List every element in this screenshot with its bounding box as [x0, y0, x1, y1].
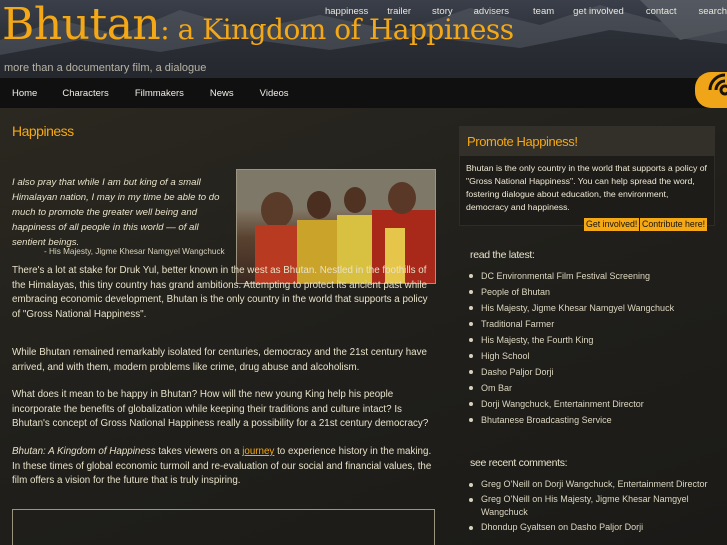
quote-attribution: - His Majesty, Jigme Khesar Namgyel Wang…: [44, 247, 225, 256]
comment-author: Greg O'Neill: [481, 479, 530, 489]
page-title: Happiness: [12, 123, 74, 139]
top-nav-team[interactable]: team: [521, 6, 565, 17]
comment-on: on: [529, 479, 545, 489]
list-item[interactable]: Dorji Wangchuck, Entertainment Director: [468, 396, 674, 412]
rss-feed-icon[interactable]: [695, 72, 727, 108]
article-paragraph-2: While Bhutan remained remarkably isolate…: [12, 347, 427, 373]
comments-list: Greg O'Neill on Dorji Wangchuck, Enterta…: [468, 478, 718, 536]
nav-characters[interactable]: Characters: [62, 88, 108, 99]
comment-author: Dhondup Gyaltsen: [481, 522, 556, 532]
comment-item[interactable]: Dhondup Gyaltsen on Dasho Paljor Dorji: [468, 521, 718, 534]
site-title-main: Bhutan: [2, 0, 161, 50]
nav-news[interactable]: News: [210, 88, 234, 99]
journey-link[interactable]: journey: [242, 446, 274, 457]
latest-list: DC Environmental Film Festival Screening…: [468, 268, 674, 428]
comments-heading: see recent comments:: [470, 457, 568, 469]
list-item[interactable]: High School: [468, 348, 674, 364]
site-title[interactable]: Bhutan: a Kingdom of Happiness: [2, 3, 514, 47]
comment-post: Dasho Paljor Dorji: [570, 522, 644, 532]
list-item[interactable]: DC Environmental Film Festival Screening: [468, 268, 674, 284]
get-involved-button[interactable]: Get involved!: [584, 218, 640, 231]
comment-post: Dorji Wangchuck, Entertainment Director: [544, 479, 708, 489]
comment-item[interactable]: Greg O'Neill on Dorji Wangchuck, Enterta…: [468, 478, 718, 491]
site-tagline: more than a documentary film, a dialogue: [4, 62, 207, 74]
contribute-button[interactable]: Contribute here!: [640, 218, 708, 231]
nav-filmmakers[interactable]: Filmmakers: [135, 88, 184, 99]
top-nav-search[interactable]: search: [690, 6, 727, 17]
site-title-sub: : a Kingdom of Happiness: [160, 13, 514, 46]
site-header: happiness trailer story advisers team ge…: [0, 0, 727, 78]
comment-item[interactable]: Greg O'Neill on His Majesty, Jigme Khesa…: [468, 493, 718, 519]
list-item[interactable]: Dasho Paljor Dorji: [468, 364, 674, 380]
comment-on: on: [555, 522, 571, 532]
list-item[interactable]: His Majesty, Jigme Khesar Namgyel Wangch…: [468, 300, 674, 316]
film-title: Bhutan: A Kingdom of Happiness: [12, 446, 156, 457]
king-quote: I also pray that while I am but king of …: [12, 177, 220, 248]
promo-text: Bhutan is the only country in the world …: [466, 163, 707, 212]
article-paragraph-4: Bhutan: A Kingdom of Happiness takes vie…: [12, 445, 437, 489]
top-nav-contact[interactable]: contact: [637, 6, 691, 17]
nav-home[interactable]: Home: [12, 88, 37, 99]
latest-heading: read the latest:: [470, 249, 535, 261]
video-embed-frame[interactable]: [12, 509, 435, 545]
main-navigation: Home Characters Filmmakers News Videos: [0, 78, 727, 108]
article-paragraph-3: What does it mean to be happy in Bhutan?…: [12, 389, 429, 429]
promo-title: Promote Happiness!: [467, 134, 578, 149]
comment-on: on: [529, 494, 545, 504]
article-paragraph-1: There's a lot at stake for Druk Yul, bet…: [12, 265, 428, 320]
top-nav-get-involved[interactable]: get involved: [565, 6, 637, 17]
paragraph-4-text-a: takes viewers on a: [155, 446, 243, 457]
list-item[interactable]: Bhutanese Broadcasting Service: [468, 412, 674, 428]
list-item[interactable]: People of Bhutan: [468, 284, 674, 300]
list-item[interactable]: His Majesty, the Fourth King: [468, 332, 674, 348]
list-item[interactable]: Om Bar: [468, 380, 674, 396]
list-item[interactable]: Traditional Farmer: [468, 316, 674, 332]
comment-author: Greg O'Neill: [481, 494, 530, 504]
nav-videos[interactable]: Videos: [260, 88, 289, 99]
